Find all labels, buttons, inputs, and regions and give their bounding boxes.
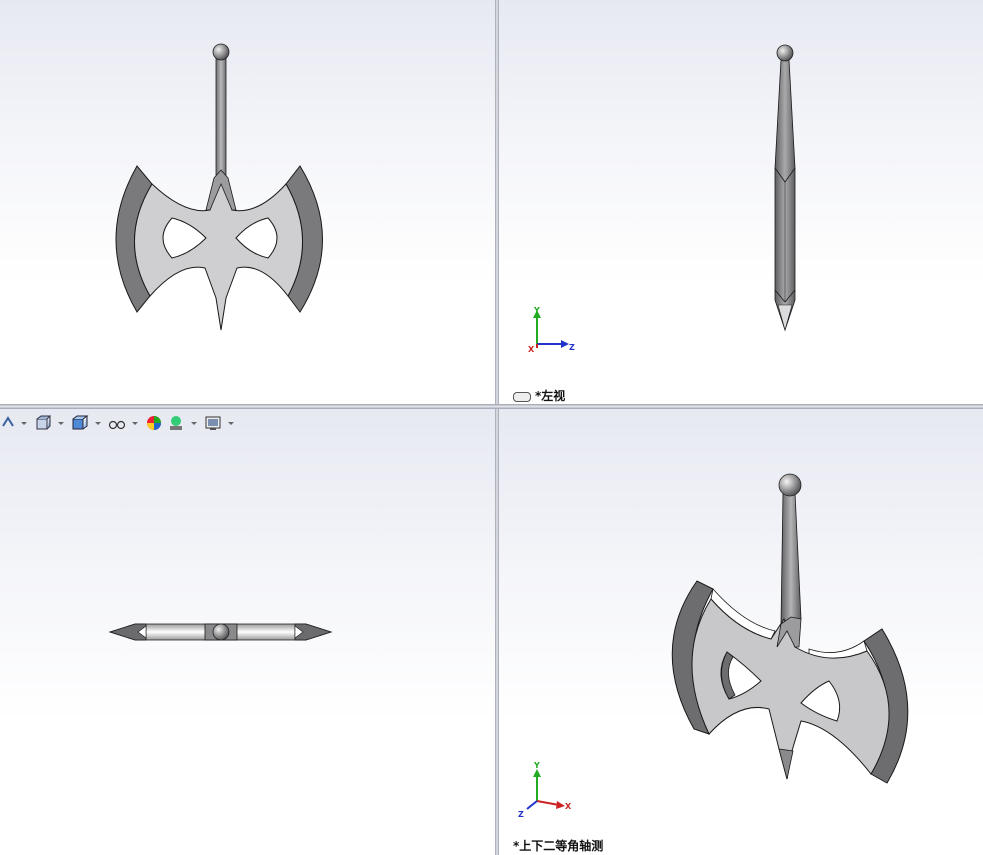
viewport-top[interactable] (0, 409, 495, 855)
viewport-front[interactable] (0, 0, 495, 404)
chevron-down-icon[interactable] (21, 421, 27, 425)
viewport-splitter-vertical[interactable] (495, 0, 499, 855)
axe-model-top (108, 623, 333, 641)
viewport-isometric[interactable]: Y X Z *上下二等角轴测 (499, 409, 983, 855)
view-orientation-button[interactable] (0, 413, 16, 433)
view-settings-icon (205, 416, 221, 430)
axis-y-label: Y (533, 306, 540, 315)
display-style-button[interactable] (33, 413, 53, 433)
hide-show-button[interactable] (107, 413, 127, 433)
viewport-splitter-horizontal[interactable] (0, 404, 983, 409)
link-icon (513, 391, 531, 402)
chevron-down-icon[interactable] (95, 421, 101, 425)
axis-z-label: Z (569, 343, 575, 352)
section-view-icon (72, 415, 89, 430)
display-style-icon (36, 415, 52, 430)
view-orientation-icon (2, 416, 14, 427)
axis-y-label: Y (533, 761, 540, 770)
axis-triad-left: Y Z X (528, 306, 575, 354)
hide-show-icon (108, 420, 126, 430)
axis-x-label: X (528, 345, 535, 354)
chevron-down-icon[interactable] (191, 421, 197, 425)
axis-triad-isometric: Y X Z (518, 761, 572, 819)
section-view-button[interactable] (70, 413, 90, 433)
scene-button[interactable] (166, 413, 186, 433)
view-label-left: *左视 (513, 387, 565, 404)
heads-up-toolbar (0, 412, 238, 434)
chevron-down-icon[interactable] (58, 421, 64, 425)
view-settings-button[interactable] (203, 413, 223, 433)
axe-model-front (115, 43, 323, 331)
axis-x-label: X (565, 802, 572, 811)
chevron-down-icon[interactable] (228, 421, 234, 425)
view-name: *左视 (535, 389, 566, 403)
view-label-isometric: *上下二等角轴测 (513, 839, 604, 853)
axis-z-label: Z (518, 810, 524, 819)
scene-icon (170, 416, 182, 430)
appearance-icon (147, 416, 161, 430)
viewport-left[interactable]: Y Z X *左视 (499, 0, 983, 404)
appearance-button[interactable] (144, 413, 164, 433)
chevron-down-icon[interactable] (132, 421, 138, 425)
